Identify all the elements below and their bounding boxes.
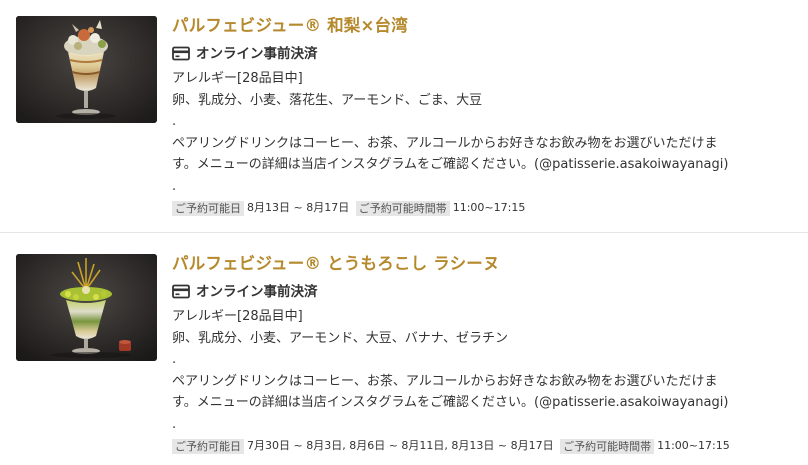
payment-method-label: オンライン事前決済 <box>196 284 318 300</box>
available-dates-value: 8月13日 ~ 8月17日 <box>247 201 350 214</box>
available-times-tag: ご予約可能時間帯 <box>355 200 450 216</box>
allergy-heading: アレルギー[28品目中] <box>172 309 303 324</box>
allergen-list: 卵、乳成分、小麦、アーモンド、大豆、バナナ、ゼラチン <box>172 330 509 346</box>
available-times-tag: ご予約可能時間帯 <box>560 438 655 454</box>
menu-item-details: パルフェビジュー® とうもろこし ラシーヌ オンライン事前決済 アレルギー[28… <box>172 251 792 455</box>
reservation-schedule: ご予約可能日 8月13日 ~ 8月17日 ご予約可能時間帯 11:00~17:15 <box>172 199 792 217</box>
separator-dot: . <box>172 178 177 194</box>
parfait-photo-tomorokoshi[interactable] <box>16 254 157 361</box>
parfait-image-wanashi <box>16 16 157 123</box>
available-times-value: 11:00~17:15 <box>452 201 526 214</box>
parfait-photo-wanashi[interactable] <box>16 16 157 123</box>
credit-card-icon <box>172 46 190 61</box>
available-dates-tag: ご予約可能日 <box>172 200 244 216</box>
credit-card-icon <box>172 284 190 299</box>
payment-method-label: オンライン事前決済 <box>196 46 318 62</box>
available-dates-tag: ご予約可能日 <box>172 438 244 454</box>
pairing-text-line-2: す。メニューの詳細は当店インスタグラムをご確認ください。(@patisserie… <box>172 395 729 410</box>
menu-item-description: アレルギー[28品目中] 卵、乳成分、小麦、アーモンド、大豆、バナナ、ゼラチン … <box>172 306 792 435</box>
menu-item-details: パルフェビジュー® 和梨×台湾 オンライン事前決済 アレルギー[28品目中] 卵… <box>172 13 792 217</box>
pairing-text-line-1: ペアリングドリンクはコーヒー、お茶、アルコールからお好きなお飲み物をお選びいただ… <box>172 135 718 151</box>
available-dates-value: 7月30日 ~ 8月3日, 8月6日 ~ 8月11日, 8月13日 ~ 8月17… <box>247 439 554 452</box>
payment-method: オンライン事前決済 <box>172 44 792 64</box>
reservation-schedule: ご予約可能日 7月30日 ~ 8月3日, 8月6日 ~ 8月11日, 8月13日 … <box>172 437 792 455</box>
available-times-value: 11:00~17:15 <box>657 439 730 452</box>
payment-method: オンライン事前決済 <box>172 282 792 302</box>
menu-item-title[interactable]: パルフェビジュー® 和梨×台湾 <box>172 13 792 39</box>
separator-dot: . <box>172 114 177 129</box>
menu-list: パルフェビジュー® 和梨×台湾 オンライン事前決済 アレルギー[28品目中] 卵… <box>0 0 808 465</box>
menu-item-tomorokoshi-racine[interactable]: パルフェビジュー® とうもろこし ラシーヌ オンライン事前決済 アレルギー[28… <box>0 233 808 465</box>
menu-item-description: アレルギー[28品目中] 卵、乳成分、小麦、落花生、アーモンド、ごま、大豆 . … <box>172 68 792 197</box>
menu-item-title[interactable]: パルフェビジュー® とうもろこし ラシーヌ <box>172 251 792 277</box>
pairing-text-line-1: ペアリングドリンクはコーヒー、お茶、アルコールからお好きなお飲み物をお選びいただ… <box>172 373 718 389</box>
pairing-text-line-2: す。メニューの詳細は当店インスタグラムをご確認ください。(@patisserie… <box>172 157 729 172</box>
menu-item-wanashi-taiwan[interactable]: パルフェビジュー® 和梨×台湾 オンライン事前決済 アレルギー[28品目中] 卵… <box>0 0 808 232</box>
allergen-list: 卵、乳成分、小麦、落花生、アーモンド、ごま、大豆 <box>172 92 483 108</box>
allergy-heading: アレルギー[28品目中] <box>172 71 303 86</box>
separator-dot: . <box>172 416 177 432</box>
parfait-image-tomorokoshi <box>16 254 157 361</box>
separator-dot: . <box>172 352 177 367</box>
